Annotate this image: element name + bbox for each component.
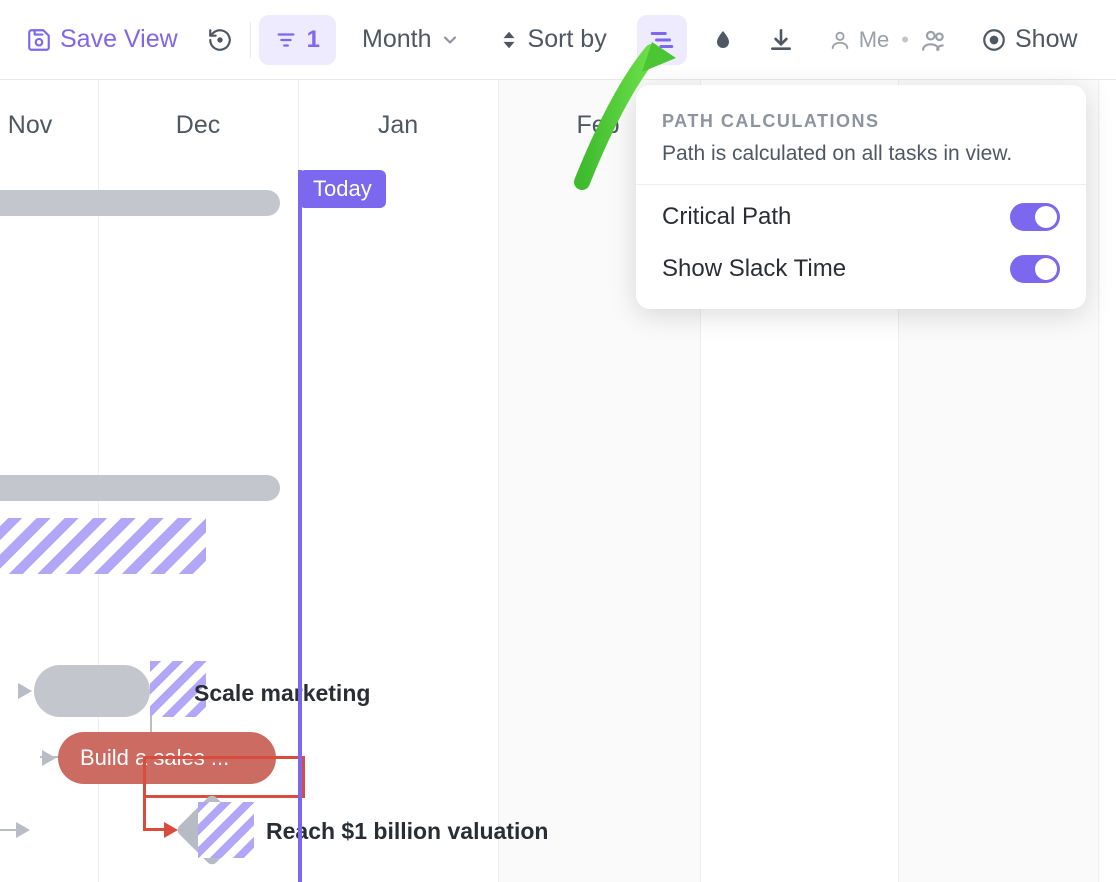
slack-small (198, 802, 254, 858)
grid-line (498, 80, 499, 882)
summary-bar[interactable] (0, 475, 280, 501)
separator-dot: • (901, 27, 909, 53)
popover-subtitle: Path is calculated on all tasks in view. (662, 142, 1060, 166)
show-button[interactable]: Show (973, 18, 1086, 62)
path-calculations-popover: PATH CALCULATIONS Path is calculated on … (636, 85, 1086, 309)
critical-path-label: Critical Path (662, 203, 791, 231)
people-group: Me • (821, 18, 955, 62)
popover-title: PATH CALCULATIONS (662, 111, 1060, 132)
dependency-arrow-critical (164, 822, 178, 838)
timescale-label: Month (362, 25, 431, 54)
month-label-nov: Nov (0, 80, 80, 170)
eye-icon (981, 27, 1007, 53)
slack-time-row: Show Slack Time (636, 249, 1086, 309)
critical-path-row: Critical Path (636, 185, 1086, 249)
toolbar: Save View 1 Month Sort by Me • Sho (0, 0, 1116, 80)
popover-header: PATH CALCULATIONS Path is calculated on … (636, 85, 1086, 185)
download-button[interactable] (759, 18, 803, 62)
critical-path-toggle[interactable] (1010, 203, 1060, 231)
people-icon (921, 27, 947, 53)
droplet-icon (711, 28, 735, 52)
summary-bar[interactable] (0, 190, 280, 216)
slack-time-label: Show Slack Time (662, 255, 846, 283)
history-button[interactable] (198, 18, 242, 62)
chevron-down-icon (440, 30, 460, 50)
history-icon (207, 27, 233, 53)
me-label: Me (859, 27, 890, 53)
today-line (298, 170, 302, 882)
toolbar-divider (250, 22, 251, 58)
filter-icon (275, 29, 297, 51)
dependency-arrow (18, 683, 32, 699)
gantt-icon (649, 27, 675, 53)
month-label-jan: Jan (298, 80, 498, 170)
sort-button[interactable]: Sort by (490, 18, 615, 62)
critical-rect (143, 756, 305, 798)
filter-count: 1 (307, 26, 320, 54)
dependency-arrow (16, 822, 30, 838)
task-label-valuation: Reach $1 billion valuation (266, 818, 548, 845)
task-scale-marketing[interactable] (34, 665, 150, 717)
grid-line (1098, 80, 1099, 882)
assignees-button[interactable] (921, 27, 947, 53)
today-badge[interactable]: Today (299, 170, 386, 208)
filter-button[interactable]: 1 (259, 15, 336, 65)
sort-icon (498, 29, 520, 51)
dependency-line-critical (143, 798, 146, 830)
task-label-scale-marketing: Scale marketing (194, 680, 370, 707)
me-button[interactable]: Me (829, 27, 890, 53)
timescale-dropdown[interactable]: Month (354, 18, 467, 62)
save-view-button[interactable]: Save View (18, 18, 186, 62)
save-view-label: Save View (60, 25, 178, 54)
month-label-dec: Dec (98, 80, 298, 170)
show-label: Show (1015, 25, 1078, 54)
sort-label: Sort by (528, 25, 607, 54)
slack-time-toggle[interactable] (1010, 255, 1060, 283)
save-icon (26, 27, 52, 53)
path-calculations-button[interactable] (637, 15, 687, 65)
person-icon (829, 29, 851, 51)
slack-bar[interactable] (0, 518, 206, 574)
dependency-arrow (42, 750, 56, 766)
download-icon (768, 27, 794, 53)
color-button[interactable] (701, 18, 745, 62)
